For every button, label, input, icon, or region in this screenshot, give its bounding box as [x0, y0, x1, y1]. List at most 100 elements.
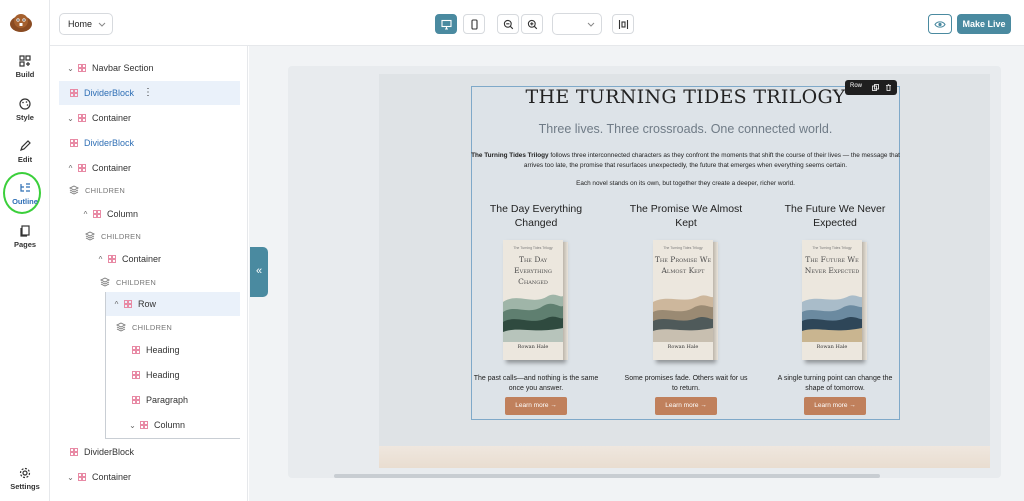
tree-node-label: Heading [146, 345, 180, 355]
page-select[interactable]: Home [59, 13, 113, 35]
tree-node-container-4[interactable]: ⌄ Container [66, 466, 131, 488]
build-icon [19, 55, 31, 67]
tree-children-label: CHILDREN [85, 225, 141, 247]
make-live-button[interactable]: Make Live [957, 14, 1011, 34]
desktop-icon [441, 19, 452, 30]
chevron-down-icon: ⌄ [67, 472, 74, 482]
chevron-down-icon [587, 22, 595, 27]
grid-icon [78, 473, 86, 481]
grid-icon [78, 114, 86, 122]
book-description: The past calls—and nothing is the same o… [473, 375, 599, 392]
horizontal-scrollbar[interactable] [334, 474, 880, 478]
layers-icon [69, 185, 79, 195]
palette-icon [19, 98, 31, 110]
tree-node-label: Container [92, 113, 132, 123]
tree-node-column-2[interactable]: ⌄ Column [128, 414, 185, 436]
tree-children-label: CHILDREN [69, 179, 125, 201]
book-cover-image: The Turning Tides Trilogy The Future We … [802, 240, 868, 362]
tree-node-label: Row [138, 299, 157, 309]
left-rail: Build Style Edit Outline Pages Settings [0, 0, 50, 501]
zoom-in-button[interactable] [521, 14, 543, 34]
book-title: The Promise We Almost Kept [629, 203, 743, 229]
tree-node-navbar-section[interactable]: ⌄ Navbar Section [66, 57, 154, 79]
collapse-panel-button[interactable]: « [250, 247, 268, 297]
cover-author: Rowan Hale [517, 344, 549, 350]
rail-style[interactable]: Style [0, 97, 50, 122]
rail-outline[interactable]: Outline [0, 181, 50, 206]
trilogy-title: THE TURNING TIDES TRILOGY [525, 86, 846, 108]
chevron-up-icon: ^ [98, 254, 103, 264]
grid-icon [93, 210, 101, 218]
book-cover-image: The Turning Tides Trilogy The Day Everyt… [503, 240, 569, 362]
tree-node-label: Navbar Section [92, 63, 154, 73]
chevron-down-icon [98, 22, 106, 27]
tree-node-label: DividerBlock [84, 88, 135, 98]
cover-title: The Promise We Almost Kept [654, 255, 712, 275]
rail-outline-label: Outline [12, 197, 38, 206]
zoom-select[interactable] [552, 13, 602, 35]
cover-landscape [802, 295, 862, 342]
preview-button[interactable] [928, 14, 952, 34]
mobile-icon [471, 19, 478, 30]
trilogy-subtitle: Three lives. Three crossroads. One conne… [538, 122, 833, 136]
kebab-menu-icon[interactable]: ⋮ [143, 87, 153, 98]
grid-icon [78, 164, 86, 172]
tree-node-label: Container [92, 163, 132, 173]
chevron-down-icon: ⌄ [67, 113, 74, 123]
rail-edit[interactable]: Edit [0, 139, 50, 164]
tree-node-label: Container [122, 254, 162, 264]
grid-icon [132, 346, 140, 354]
tree-node-divider-block-3[interactable]: DividerBlock [70, 441, 134, 463]
learn-more-button[interactable]: Learn more → [505, 397, 567, 415]
tree-node-container-2[interactable]: ^ Container [66, 157, 131, 179]
tree-node-label: Column [107, 209, 139, 219]
arrow-right-icon: → [849, 402, 856, 409]
tree-node-divider-block-2[interactable]: DividerBlock [70, 132, 134, 154]
tree-node-container-1[interactable]: ⌄ Container [66, 107, 131, 129]
book-column-1: The Day Everything Changed The Turning T… [471, 202, 601, 415]
mobile-view-button[interactable] [463, 14, 485, 34]
cover-series: The Turning Tides Trilogy [663, 246, 703, 250]
trilogy-intro-2: Each novel stands on its own, but togeth… [576, 180, 795, 187]
tree-children-label: CHILDREN [116, 316, 172, 338]
cover-author: Rowan Hale [816, 344, 848, 350]
grid-icon [70, 448, 78, 456]
learn-more-button[interactable]: Learn more → [655, 397, 717, 415]
outline-icon [20, 183, 30, 192]
chevron-up-icon: ^ [68, 163, 73, 173]
grid-icon [132, 396, 140, 404]
eye-icon [934, 21, 946, 28]
layers-icon [100, 277, 110, 287]
rail-style-label: Style [16, 113, 34, 122]
rail-build[interactable]: Build [0, 54, 50, 79]
double-chevron-left-icon: « [255, 265, 263, 277]
tree-node-paragraph[interactable]: Paragraph [132, 389, 188, 411]
tree-node-label: DividerBlock [84, 138, 135, 148]
tree-node-heading-2[interactable]: Heading [132, 364, 180, 386]
rail-settings[interactable]: Settings [0, 466, 50, 491]
tree-node-divider-block-1[interactable]: DividerBlock [70, 82, 134, 104]
intro-bold: The Turning Tides Trilogy [471, 152, 549, 159]
cover-series: The Turning Tides Trilogy [513, 246, 553, 250]
rail-pages-label: Pages [13, 240, 37, 249]
fit-width-button[interactable] [612, 14, 634, 34]
tree-node-row[interactable]: ^ Row [112, 293, 156, 315]
tree-node-label: Container [92, 472, 132, 482]
grid-icon [140, 421, 148, 429]
rail-pages[interactable]: Pages [0, 224, 50, 249]
pencil-icon [20, 140, 31, 151]
top-toolbar: Home Make Live [50, 0, 1024, 46]
trilogy-intro: The Turning Tides Trilogy follows three … [471, 151, 900, 170]
cover-author: Rowan Hale [667, 344, 699, 350]
outline-tree: ⌄ Navbar Section DividerBlock ⋮ ⌄ Contai… [50, 46, 248, 501]
tree-node-column-1[interactable]: ^ Column [81, 203, 138, 225]
zoom-out-button[interactable] [497, 14, 519, 34]
tree-node-label: Paragraph [146, 395, 189, 405]
book-title: The Day Everything Changed [489, 203, 583, 229]
intro-rest: follows three interconnected characters … [523, 152, 900, 169]
learn-more-button[interactable]: Learn more → [804, 397, 866, 415]
desktop-view-button[interactable] [435, 14, 457, 34]
tree-node-heading-1[interactable]: Heading [132, 339, 180, 361]
tree-node-container-3[interactable]: ^ Container [96, 248, 161, 270]
chevron-down-icon: ⌄ [129, 420, 136, 430]
